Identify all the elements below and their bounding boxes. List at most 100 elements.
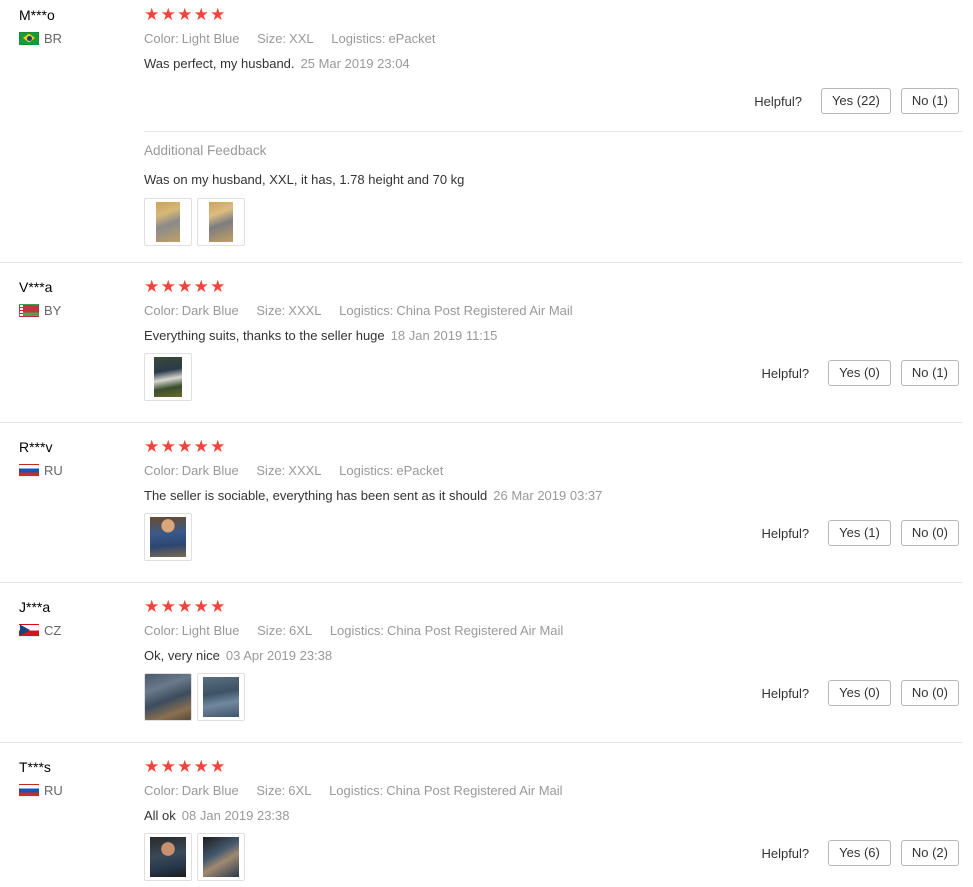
review-divider [0, 582, 963, 583]
review-item: R***v RU ★ ★ ★ ★ ★ Color: Dark Blue Size: XXXL… [0, 437, 963, 582]
order-attributes: Color: Dark Blue Size: XXXL Logistics: ePac… [144, 463, 457, 478]
review-comment: All ok 08 Jan 2019 23:38 [144, 808, 290, 823]
country-code: RU [44, 462, 63, 478]
review-photos [144, 833, 245, 881]
comment-text: The seller is sociable, everything has b… [144, 488, 488, 503]
reviewer-info: T***s RU [19, 759, 129, 798]
helpful-vote: Helpful? Yes (22) No (1) [754, 88, 959, 114]
review-item: J***a CZ ★ ★ ★ ★ ★ Color: Light Blue Size: 6XL… [0, 597, 963, 742]
helpful-yes-button[interactable]: Yes (6) [828, 840, 891, 866]
helpful-no-button[interactable]: No (1) [900, 360, 959, 386]
star-icon: ★ [177, 597, 193, 616]
reviewer-info: R***v RU [19, 439, 129, 478]
helpful-yes-button[interactable]: Yes (0) [828, 360, 891, 386]
size-value: XXXL [288, 303, 322, 318]
review-photo-thumbnail[interactable] [144, 513, 192, 561]
helpful-no-button[interactable]: No (2) [900, 840, 959, 866]
helpful-yes-button[interactable]: Yes (22) [820, 88, 891, 114]
star-icon: ★ [144, 597, 160, 616]
star-icon: ★ [193, 437, 209, 456]
star-icon: ★ [177, 5, 193, 24]
belarus-flag-icon [19, 303, 39, 317]
helpful-label: Helpful? [761, 365, 810, 381]
review-photo-thumbnail[interactable] [197, 833, 245, 881]
star-icon: ★ [210, 757, 226, 776]
size-label: Size: [257, 31, 287, 46]
review-date: 18 Jan 2019 11:15 [390, 328, 498, 343]
review-content: ★ ★ ★ ★ ★ Color: Light Blue Size: XXL Logistic… [144, 5, 959, 71]
reviewer-country: RU [19, 782, 63, 798]
review-divider [0, 742, 963, 743]
helpful-no-button[interactable]: No (0) [900, 680, 959, 706]
reviewer-info: V***a BY [19, 279, 129, 318]
star-icon: ★ [160, 597, 176, 616]
review-date: 03 Apr 2019 23:38 [225, 648, 333, 663]
review-content: ★ ★ ★ ★ ★ Color: Dark Blue Size: XXXL Logistic… [144, 437, 959, 503]
review-photo-thumbnail[interactable] [197, 198, 245, 246]
color-value: Light Blue [181, 623, 240, 638]
reviewer-name: J***a [19, 599, 51, 615]
star-icon: ★ [177, 437, 193, 456]
review-item: M***o BR ★ ★ ★ ★ ★ Color: Light Blue Size: XXL… [0, 5, 963, 263]
star-icon: ★ [160, 5, 176, 24]
color-label: Color: [144, 623, 179, 638]
review-photo-thumbnail[interactable] [144, 353, 192, 401]
logistics-value: China Post Registered Air Mail [387, 623, 564, 638]
review-photo-thumbnail[interactable] [144, 673, 192, 721]
size-value: XXXL [288, 463, 322, 478]
reviewer-name: T***s [19, 759, 51, 775]
reviewer-country: BR [19, 31, 62, 46]
review-photos [144, 673, 245, 721]
color-label: Color: [144, 31, 179, 46]
comment-text: Everything suits, thanks to the seller h… [144, 328, 385, 343]
helpful-label: Helpful? [754, 93, 802, 109]
review-photo-thumbnail[interactable] [144, 198, 192, 246]
country-code: RU [44, 782, 63, 798]
helpful-no-button[interactable]: No (1) [900, 88, 959, 114]
helpful-no-button[interactable]: No (0) [900, 520, 959, 546]
additional-feedback-divider [144, 131, 963, 132]
review-comment: The seller is sociable, everything has b… [144, 488, 602, 503]
country-code: BY [44, 302, 62, 318]
reviewer-name: V***a [19, 279, 53, 295]
russia-flag-icon [19, 783, 39, 797]
star-rating: ★ ★ ★ ★ ★ [144, 597, 959, 616]
additional-feedback-title: Additional Feedback [144, 143, 267, 158]
comment-text: All ok [144, 808, 176, 823]
reviewer-info: J***a CZ [19, 599, 129, 638]
size-label: Size: [256, 463, 286, 478]
review-comment: Everything suits, thanks to the seller h… [144, 328, 497, 343]
helpful-vote: Helpful? Yes (6) No (2) [761, 840, 959, 866]
color-value: Dark Blue [181, 463, 239, 478]
star-icon: ★ [210, 277, 226, 296]
color-label: Color: [144, 303, 179, 318]
review-photo-thumbnail[interactable] [144, 833, 192, 881]
russia-flag-icon [19, 463, 39, 477]
logistics-label: Logistics: [331, 31, 386, 46]
review-photo-thumbnail[interactable] [197, 673, 245, 721]
review-item: T***s RU ★ ★ ★ ★ ★ Color: Dark Blue Size: 6XL … [0, 757, 963, 887]
review-comment: Ok, very nice 03 Apr 2019 23:38 [144, 648, 332, 663]
review-item: V***a BY ★ ★ ★ ★ ★ Color: Dark Blue Size: XXXL… [0, 277, 963, 422]
star-icon: ★ [160, 757, 176, 776]
logistics-label: Logistics: [339, 303, 394, 318]
order-attributes: Color: Dark Blue Size: XXXL Logistics: Chin… [144, 303, 587, 318]
color-label: Color: [144, 463, 179, 478]
star-rating: ★ ★ ★ ★ ★ [144, 277, 959, 296]
review-divider [0, 262, 963, 263]
helpful-yes-button[interactable]: Yes (1) [828, 520, 891, 546]
reviewer-name: R***v [19, 439, 53, 455]
helpful-vote: Helpful? Yes (0) No (0) [761, 680, 959, 706]
star-icon: ★ [160, 277, 176, 296]
logistics-label: Logistics: [329, 623, 385, 638]
star-icon: ★ [144, 277, 160, 296]
star-icon: ★ [210, 5, 226, 24]
country-code: CZ [44, 622, 62, 638]
helpful-yes-button[interactable]: Yes (0) [828, 680, 891, 706]
review-photos [144, 198, 245, 246]
star-icon: ★ [144, 437, 160, 456]
star-icon: ★ [210, 597, 226, 616]
star-rating: ★ ★ ★ ★ ★ [144, 5, 959, 24]
review-comment: Was perfect, my husband. 25 Mar 2019 23:0… [144, 56, 410, 71]
star-icon: ★ [193, 597, 209, 616]
